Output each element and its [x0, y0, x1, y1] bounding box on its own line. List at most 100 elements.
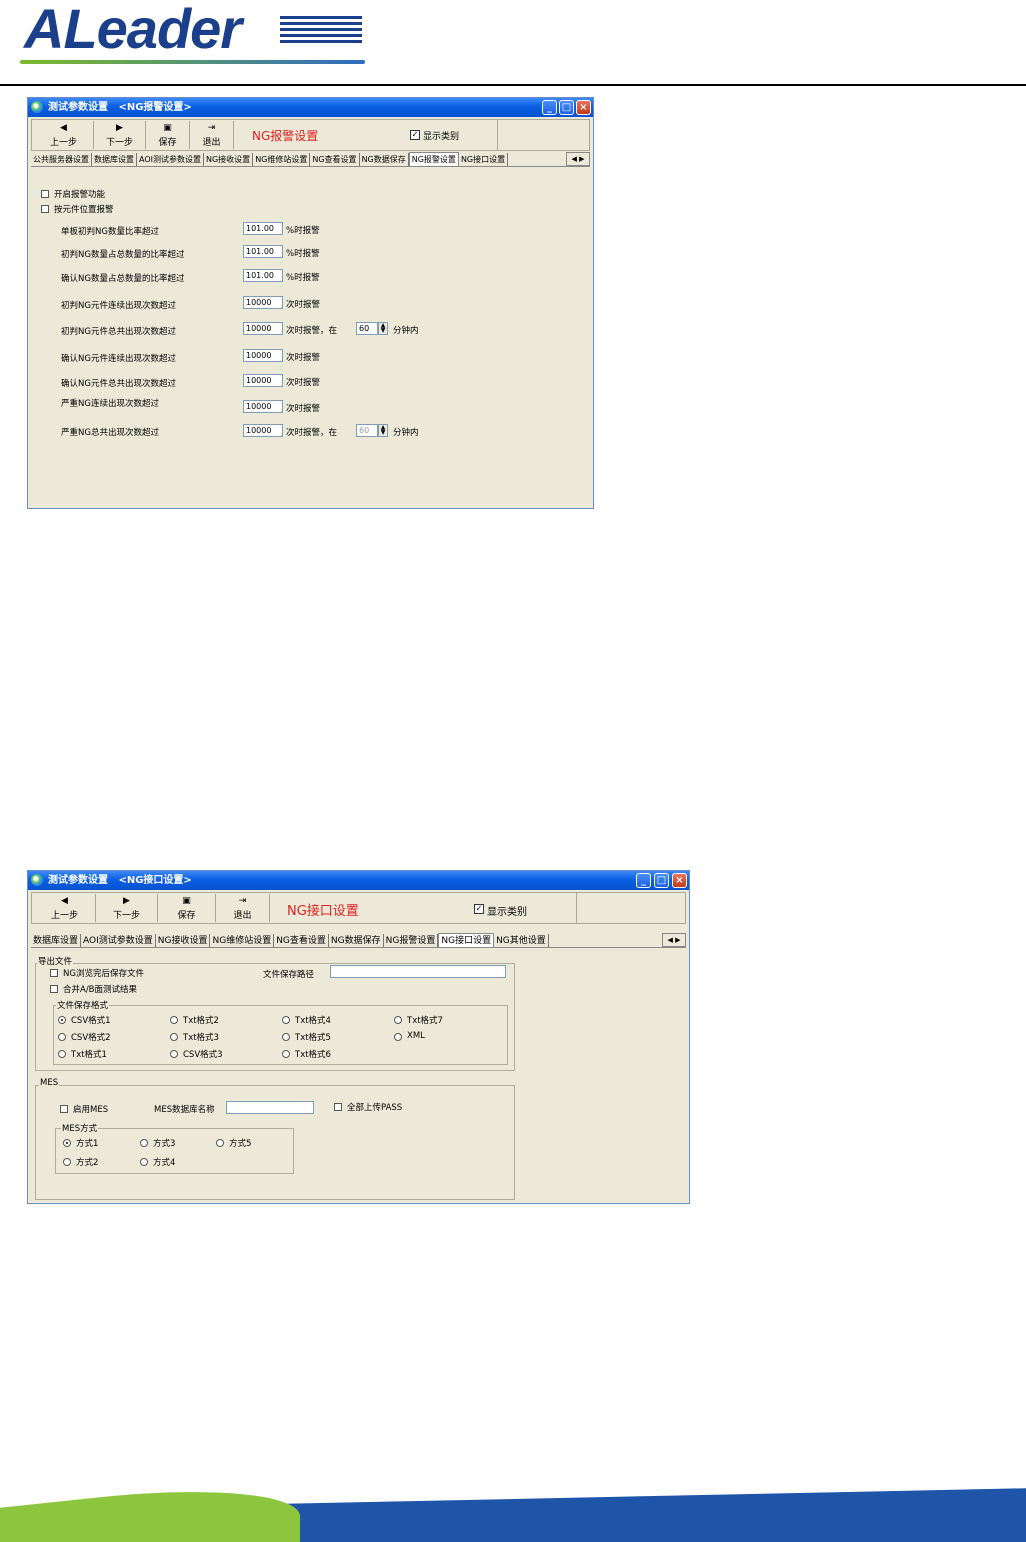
upload-all-pass-checkbox[interactable] [334, 1103, 342, 1111]
prev-label: 上一步 [49, 138, 77, 148]
format-radio[interactable] [58, 1050, 66, 1058]
format-radio[interactable] [58, 1016, 66, 1024]
format-radio[interactable] [282, 1016, 290, 1024]
tab-ng-receive[interactable]: NG接收设置 [204, 153, 254, 166]
toolbar: ◀ 上一步 ▶ 下一步 ▣ 保存 ⇥ 退出 NG报警设置 ✓ 显示类别 [31, 119, 590, 151]
footer-band [0, 1480, 1026, 1542]
mes-db-name-input[interactable] [226, 1101, 314, 1114]
tab-database[interactable]: 数据库设置 [31, 934, 82, 947]
minutes-suffix: 分钟内 [393, 326, 419, 336]
close-button[interactable]: × [672, 873, 687, 888]
enable-alarm-checkbox[interactable] [41, 190, 49, 198]
count-input[interactable]: 10000 [243, 296, 283, 309]
ng-alarm-settings-window: 测试参数设置 <NG报警设置> _ □ × ◀ 上一步 ▶ 下一步 ▣ 保存 ⇥… [27, 97, 594, 509]
maximize-button[interactable]: □ [654, 873, 669, 888]
title-bar: 测试参数设置 <NG接口设置> _ □ × [28, 871, 689, 890]
toolbar: ◀ 上一步 ▶ 下一步 ▣ 保存 ⇥ 退出 NG接口设置 ✓ 显示类别 [31, 892, 686, 924]
prev-button[interactable]: ◀ 上一步 [34, 121, 94, 149]
tab-ng-data-save[interactable]: NG数据保存 [360, 153, 409, 166]
tab-ng-repair-station[interactable]: NG维修站设置 [210, 934, 275, 947]
next-button[interactable]: ▶ 下一步 [94, 121, 146, 149]
mes-mode-label: 方式4 [153, 1158, 176, 1168]
section-heading: NG报警设置 [252, 129, 319, 143]
count-input[interactable]: 10000 [243, 374, 283, 387]
tab-database[interactable]: 数据库设置 [92, 153, 137, 166]
count-input[interactable]: 10000 [243, 424, 283, 437]
enable-mes-checkbox[interactable] [60, 1105, 68, 1113]
format-radio[interactable] [282, 1033, 290, 1041]
format-radio[interactable] [394, 1016, 402, 1024]
merge-ab-checkbox[interactable] [50, 985, 58, 993]
enable-mes-label: 启用MES [73, 1105, 109, 1115]
format-label: CSV格式3 [183, 1050, 223, 1060]
mes-mode-radio[interactable] [63, 1158, 71, 1166]
format-radio[interactable] [282, 1050, 290, 1058]
merge-ab-label: 合并A/B面测试结果 [63, 985, 138, 995]
row-label: 初判NG数量占总数量的比率超过 [61, 250, 185, 260]
maximize-button[interactable]: □ [559, 100, 574, 115]
count-input[interactable]: 10000 [243, 322, 283, 335]
prev-label: 上一步 [50, 911, 78, 921]
exit-button[interactable]: ⇥ 退出 [190, 121, 234, 149]
save-button[interactable]: ▣ 保存 [146, 121, 190, 149]
format-label: Txt格式7 [407, 1016, 443, 1026]
threshold-input[interactable]: 101.00 [243, 222, 283, 235]
tab-scroll-arrows[interactable]: ◀ ▶ [662, 933, 686, 947]
tab-ng-alarm[interactable]: NG报警设置 [384, 934, 439, 947]
format-radio[interactable] [394, 1033, 402, 1041]
minimize-button[interactable]: _ [542, 100, 557, 115]
title-bar: 测试参数设置 <NG报警设置> _ □ × [28, 98, 593, 117]
threshold-input[interactable]: 101.00 [243, 269, 283, 282]
tab-ng-view[interactable]: NG查看设置 [274, 934, 329, 947]
left-arrow-icon: ◀ [61, 896, 68, 906]
exit-button[interactable]: ⇥ 退出 [216, 894, 270, 922]
tab-strip: 数据库设置 AOI测试参数设置 NG接收设置 NG维修站设置 NG查看设置 NG数据保存 N… [31, 933, 686, 948]
show-category-label: 显示类别 [487, 907, 527, 918]
mes-mode-radio[interactable] [63, 1139, 71, 1147]
save-path-input[interactable] [330, 965, 506, 978]
mes-mode-radio[interactable] [216, 1139, 224, 1147]
tab-ng-receive[interactable]: NG接收设置 [156, 934, 211, 947]
row-label: 严重NG连续出现次数超过 [61, 399, 159, 409]
save-button[interactable]: ▣ 保存 [158, 894, 216, 922]
mes-mode-radio[interactable] [140, 1139, 148, 1147]
format-radio[interactable] [170, 1016, 178, 1024]
format-radio[interactable] [170, 1033, 178, 1041]
minutes-input[interactable]: 60 [356, 322, 378, 335]
count-input[interactable]: 10000 [243, 400, 283, 413]
tab-ng-view[interactable]: NG查看设置 [310, 153, 360, 166]
show-category-checkbox[interactable]: ✓ [474, 904, 484, 914]
save-after-browse-checkbox[interactable] [50, 969, 58, 977]
row-label: 单板初判NG数量比率超过 [61, 227, 159, 237]
format-label: CSV格式1 [71, 1016, 111, 1026]
app-icon [31, 874, 43, 886]
threshold-input[interactable]: 101.00 [243, 245, 283, 258]
minimize-button[interactable]: _ [636, 873, 651, 888]
mes-mode-radio[interactable] [140, 1158, 148, 1166]
tab-ng-repair-station[interactable]: NG维修站设置 [253, 153, 311, 166]
format-radio[interactable] [58, 1033, 66, 1041]
position-alarm-checkbox[interactable] [41, 205, 49, 213]
mes-mode-label: 方式2 [76, 1158, 99, 1168]
format-label: Txt格式4 [295, 1016, 331, 1026]
tab-ng-interface[interactable]: NG接口设置 [438, 933, 495, 947]
minutes-spinner[interactable]: ▲ ▼ [378, 322, 388, 335]
format-radio[interactable] [170, 1050, 178, 1058]
show-category-checkbox[interactable]: ✓ [410, 130, 420, 140]
tab-aoi-test-params[interactable]: AOI测试参数设置 [81, 934, 156, 947]
logo-speed-line [280, 22, 362, 25]
window-title: 测试参数设置 <NG接口设置> [48, 875, 192, 886]
tab-ng-interface[interactable]: NG接口设置 [459, 153, 509, 166]
tab-scroll-arrows[interactable]: ◀ ▶ [566, 152, 590, 166]
tab-aoi-test-params[interactable]: AOI测试参数设置 [137, 153, 204, 166]
logo-speed-line [280, 28, 362, 31]
tab-ng-other[interactable]: NG其他设置 [494, 934, 549, 947]
tab-ng-data-save[interactable]: NG数据保存 [329, 934, 384, 947]
exit-label: 退出 [233, 911, 252, 921]
prev-button[interactable]: ◀ 上一步 [34, 894, 96, 922]
next-button[interactable]: ▶ 下一步 [96, 894, 158, 922]
tab-ng-alarm[interactable]: NG报警设置 [408, 152, 459, 166]
count-input[interactable]: 10000 [243, 349, 283, 362]
tab-public-server[interactable]: 公共服务器设置 [31, 153, 92, 166]
close-button[interactable]: × [576, 100, 591, 115]
